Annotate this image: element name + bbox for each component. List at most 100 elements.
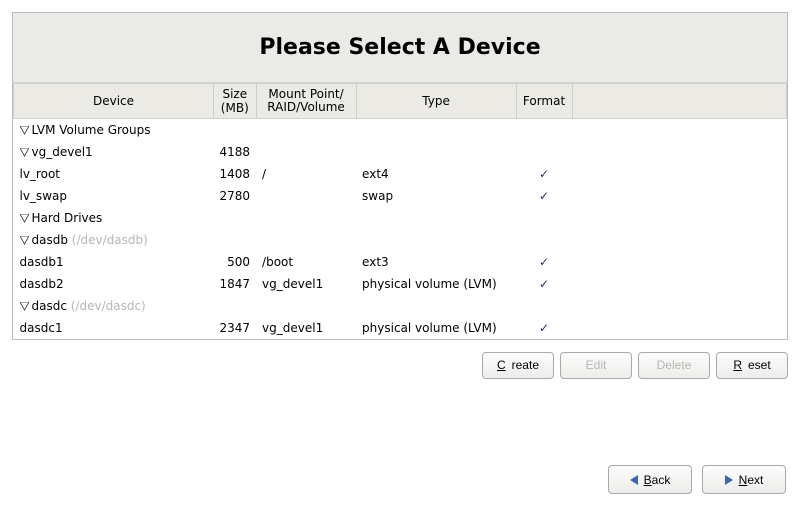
mount-cell	[256, 185, 356, 207]
mount-cell	[256, 141, 356, 163]
mount-cell: vg_devel1	[256, 273, 356, 295]
column-format[interactable]: Format	[516, 84, 572, 119]
size-cell	[214, 295, 257, 317]
device-sublabel: (/dev/dasdb)	[68, 233, 148, 247]
table-row[interactable]: dasdb1500/bootext3 ✓	[14, 251, 787, 273]
table-row[interactable]: Hard Drives	[14, 207, 787, 229]
type-cell	[356, 229, 516, 251]
column-type[interactable]: Type	[356, 84, 516, 119]
table-row[interactable]: LVM Volume Groups	[14, 119, 787, 141]
format-cell	[516, 141, 572, 163]
table-row[interactable]: vg_devel1 4188	[14, 141, 787, 163]
size-cell	[214, 229, 257, 251]
size-cell	[214, 119, 257, 141]
size-cell: 1408	[214, 163, 257, 185]
column-size[interactable]: Size (MB)	[214, 84, 257, 119]
format-cell: ✓	[516, 273, 572, 295]
page-title: Please Select A Device	[13, 35, 787, 60]
device-label: LVM Volume Groups	[32, 123, 151, 137]
format-cell: ✓	[516, 251, 572, 273]
device-sublabel: (/dev/dasdc)	[67, 299, 146, 313]
action-button-row: Create Edit Delete Reset	[12, 352, 788, 379]
type-cell	[356, 119, 516, 141]
device-tree: Device Size (MB) Mount Point/ RAID/Volum…	[13, 83, 787, 339]
arrow-left-icon	[630, 475, 638, 485]
table-row[interactable]: dasdc (/dev/dasdc)	[14, 295, 787, 317]
next-button[interactable]: Next	[702, 465, 786, 494]
type-cell: swap	[356, 185, 516, 207]
device-cell: LVM Volume Groups	[14, 119, 214, 141]
nav-button-row: Back Next	[608, 465, 786, 494]
column-extra	[572, 84, 786, 119]
mount-cell	[256, 119, 356, 141]
mount-cell	[256, 229, 356, 251]
arrow-right-icon	[725, 475, 733, 485]
checkmark-icon: ✓	[539, 189, 549, 203]
column-device[interactable]: Device	[14, 84, 214, 119]
device-cell: dasdc1	[14, 317, 214, 339]
device-label: dasdc	[32, 299, 67, 313]
device-cell: Hard Drives	[14, 207, 214, 229]
type-cell	[356, 207, 516, 229]
format-cell	[516, 119, 572, 141]
table-row[interactable]: lv_swap 2780 swap ✓	[14, 185, 787, 207]
expander-icon[interactable]	[20, 302, 29, 311]
checkmark-icon: ✓	[539, 167, 549, 181]
device-label: dasdb2	[20, 277, 64, 291]
format-cell	[516, 295, 572, 317]
checkmark-icon: ✓	[539, 277, 549, 291]
table-row[interactable]: dasdb2 1847vg_devel1physical volume (LVM)…	[14, 273, 787, 295]
create-button[interactable]: Create	[482, 352, 554, 379]
device-cell: dasdb2	[14, 273, 214, 295]
delete-button[interactable]: Delete	[638, 352, 710, 379]
table-row[interactable]: dasdc12347vg_devel1physical volume (LVM)…	[14, 317, 787, 339]
type-cell: ext3	[356, 251, 516, 273]
device-label: Hard Drives	[32, 211, 103, 225]
format-cell: ✓	[516, 163, 572, 185]
mount-cell: /	[256, 163, 356, 185]
device-cell: dasdc (/dev/dasdc)	[14, 295, 214, 317]
device-cell: lv_swap	[14, 185, 214, 207]
device-cell: dasdb1	[14, 251, 214, 273]
device-label: vg_devel1	[32, 145, 93, 159]
format-cell: ✓	[516, 317, 572, 339]
size-cell: 4188	[214, 141, 257, 163]
device-cell: vg_devel1	[14, 141, 214, 163]
expander-icon[interactable]	[20, 236, 29, 245]
type-cell	[356, 295, 516, 317]
device-selector-panel: Please Select A Device Device Size (MB) …	[12, 12, 788, 340]
checkmark-icon: ✓	[539, 255, 549, 269]
device-label: dasdc1	[20, 321, 63, 335]
device-label: lv_swap	[20, 189, 67, 203]
reset-button[interactable]: Reset	[716, 352, 788, 379]
table-row[interactable]: dasdb (/dev/dasdb)	[14, 229, 787, 251]
size-cell: 1847	[214, 273, 257, 295]
device-cell: dasdb (/dev/dasdb)	[14, 229, 214, 251]
format-cell: ✓	[516, 185, 572, 207]
size-cell: 2780	[214, 185, 257, 207]
type-cell: physical volume (LVM)	[356, 273, 516, 295]
type-cell	[356, 141, 516, 163]
expander-icon[interactable]	[20, 214, 29, 223]
device-cell: lv_root	[14, 163, 214, 185]
format-cell	[516, 207, 572, 229]
column-mount[interactable]: Mount Point/ RAID/Volume	[256, 84, 356, 119]
expander-icon[interactable]	[20, 148, 29, 157]
mount-cell: /boot	[256, 251, 356, 273]
expander-icon[interactable]	[20, 126, 29, 135]
checkmark-icon: ✓	[539, 321, 549, 335]
size-cell	[214, 207, 257, 229]
size-cell: 500	[214, 251, 257, 273]
size-cell: 2347	[214, 317, 257, 339]
device-label: lv_root	[20, 167, 61, 181]
mount-cell	[256, 207, 356, 229]
back-button[interactable]: Back	[608, 465, 692, 494]
title-bar: Please Select A Device	[13, 13, 787, 83]
table-row[interactable]: lv_root 1408/ext4 ✓	[14, 163, 787, 185]
device-label: dasdb	[32, 233, 68, 247]
type-cell: physical volume (LVM)	[356, 317, 516, 339]
type-cell: ext4	[356, 163, 516, 185]
format-cell	[516, 229, 572, 251]
edit-button[interactable]: Edit	[560, 352, 632, 379]
mount-cell	[256, 295, 356, 317]
